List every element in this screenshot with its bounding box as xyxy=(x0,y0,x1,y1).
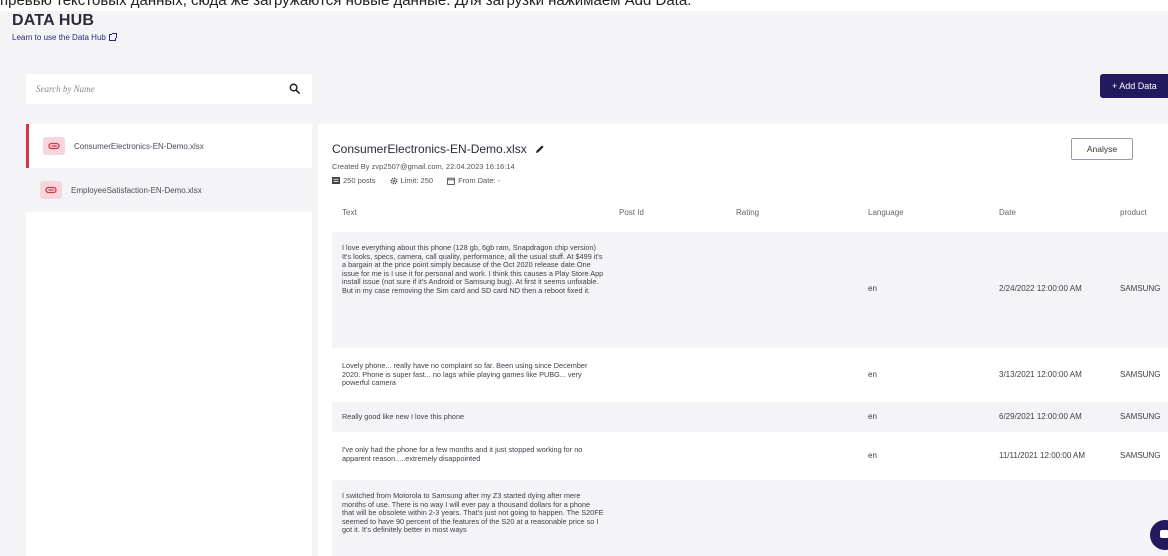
from-date-label: From Date: - xyxy=(458,176,501,185)
row-date: 3/13/2021 12:00:00 AM xyxy=(999,370,1082,379)
table-row[interactable]: I've only had the phone for a few months… xyxy=(332,436,1168,476)
posts-count: 250 posts xyxy=(332,176,376,185)
column-header[interactable]: Post Id xyxy=(619,208,644,217)
from-date: From Date: - xyxy=(447,176,500,185)
column-header[interactable]: Text xyxy=(342,208,357,217)
table-header: Text Post Id Rating Language Date produc… xyxy=(332,208,1168,222)
table-row[interactable]: I switched from Motorola to Samsung afte… xyxy=(332,480,1168,556)
row-language: en xyxy=(868,451,877,460)
row-text: I switched from Motorola to Samsung afte… xyxy=(342,491,604,535)
table-row[interactable]: Really good like new I love this phone e… xyxy=(332,402,1168,432)
file-item-employee-satisfaction[interactable]: EmployeeSatisfaction-EN-Demo.xlsx xyxy=(26,168,312,212)
table-row[interactable]: I love everything about this phone (128 … xyxy=(332,232,1168,348)
page-title: DATA HUB xyxy=(12,12,95,29)
limit-label: Limit: 250 xyxy=(400,176,434,185)
row-language: en xyxy=(868,370,877,379)
file-name: EmployeeSatisfaction-EN-Demo.xlsx xyxy=(71,185,202,195)
column-header[interactable]: product xyxy=(1120,208,1147,217)
search-bar[interactable] xyxy=(26,74,312,104)
row-text: I love everything about this phone (128 … xyxy=(342,243,604,295)
row-product: SAMSUNG xyxy=(1120,412,1161,421)
column-header[interactable]: Date xyxy=(999,208,1016,217)
row-date: 2/24/2022 12:00:00 AM xyxy=(999,284,1082,293)
row-date: 11/11/2021 12:00:00 AM xyxy=(999,451,1085,460)
row-product: SAMSUNG xyxy=(1120,284,1161,293)
file-item-consumer-electronics[interactable]: ConsumerElectronics-EN-Demo.xlsx xyxy=(26,124,312,168)
row-product: SAMSUNG xyxy=(1120,370,1161,379)
file-title: ConsumerElectronics-EN-Demo.xlsx xyxy=(332,142,545,156)
paperclip-icon xyxy=(40,181,62,199)
column-header[interactable]: Rating xyxy=(736,208,759,217)
pencil-icon[interactable] xyxy=(535,144,545,154)
file-stats: 250 posts Limit: 250 From Date: - xyxy=(332,176,500,185)
learn-link-label[interactable]: Learn to use the Data Hub xyxy=(12,33,106,42)
learn-link[interactable]: Learn to use the Data Hub xyxy=(12,33,117,42)
list-icon xyxy=(332,177,340,184)
paperclip-icon xyxy=(43,137,65,155)
external-link-icon xyxy=(108,33,117,41)
row-text: Lovely phone... really have no complaint… xyxy=(342,361,588,388)
row-language: en xyxy=(868,284,877,293)
row-text: I've only had the phone for a few months… xyxy=(342,445,583,463)
search-icon[interactable] xyxy=(289,83,300,94)
created-by: Created By zvp2507@gmail.com, 22.04.2023… xyxy=(332,162,515,171)
table-row[interactable]: Lovely phone... really have no complaint… xyxy=(332,352,1168,398)
instruction-banner: превью текстовых данных, сюда же загружа… xyxy=(0,0,1168,11)
file-title-text: ConsumerElectronics-EN-Demo.xlsx xyxy=(332,142,527,156)
file-name: ConsumerElectronics-EN-Demo.xlsx xyxy=(74,141,204,151)
limit: Limit: 250 xyxy=(390,176,434,185)
row-text: Really good like new I love this phone xyxy=(342,412,465,421)
row-language: en xyxy=(868,412,877,421)
row-product: SAMSUNG xyxy=(1120,451,1161,460)
analyse-button[interactable]: Analyse xyxy=(1071,138,1133,160)
file-list: ConsumerElectronics-EN-Demo.xlsx Employe… xyxy=(26,124,312,556)
add-data-button[interactable]: + Add Data xyxy=(1100,74,1168,98)
column-header[interactable]: Language xyxy=(868,208,904,217)
search-input[interactable] xyxy=(36,84,276,94)
gear-icon xyxy=(390,177,397,184)
posts-label: 250 posts xyxy=(343,176,376,185)
calendar-icon xyxy=(447,177,455,185)
row-date: 6/29/2021 12:00:00 AM xyxy=(999,412,1082,421)
file-detail-panel: ConsumerElectronics-EN-Demo.xlsx Created… xyxy=(318,124,1168,556)
